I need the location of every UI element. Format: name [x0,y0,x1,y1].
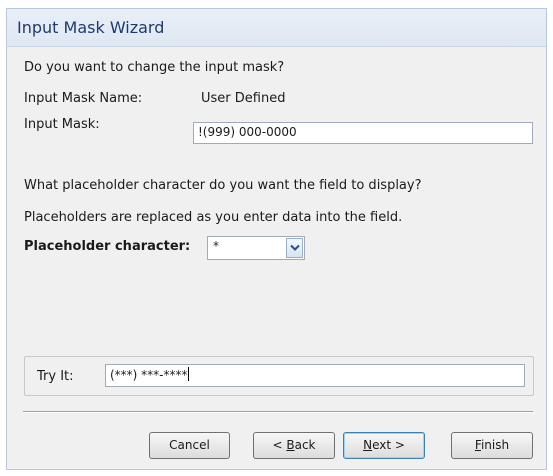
input-mask-wizard-dialog: Input Mask Wizard Do you want to change … [6,8,547,470]
button-divider [23,411,533,413]
back-button-rest: ack [294,438,316,452]
combo-dropdown-button[interactable] [286,238,303,258]
change-mask-question: Do you want to change the input mask? [24,60,285,75]
input-mask-name-label: Input Mask Name: [24,91,143,106]
placeholder-question: What placeholder character do you want t… [24,178,422,193]
try-it-group: Try It: (***) ***-**** [24,356,534,396]
finish-button[interactable]: Finish [451,432,533,459]
text-caret [187,367,189,381]
input-mask-label: Input Mask: [24,117,100,132]
input-mask-field[interactable]: !(999) 000-0000 [193,122,533,144]
try-it-label: Try It: [37,369,74,384]
input-mask-name-value: User Defined [201,91,286,106]
placeholder-character-value: * [213,239,219,253]
next-button-rest: ext > [372,438,405,452]
placeholder-character-select[interactable]: * [207,236,305,260]
next-button[interactable]: Next > [343,432,425,459]
back-button-mnemonic: B [286,438,295,452]
title-bar: Input Mask Wizard [7,9,546,47]
chevron-down-icon [289,244,300,251]
try-it-value: (***) ***-**** [110,368,188,382]
cancel-button[interactable]: Cancel [149,432,230,459]
placeholder-character-label: Placeholder character: [24,239,191,254]
finish-button-rest: inish [480,438,510,452]
placeholder-note: Placeholders are replaced as you enter d… [24,210,403,225]
back-button[interactable]: < Back [253,432,335,459]
next-button-mnemonic: N [363,438,373,452]
cancel-button-label: Cancel [169,438,210,452]
back-button-prefix: < [272,438,287,452]
try-it-field[interactable]: (***) ***-**** [105,364,525,387]
window-title: Input Mask Wizard [17,18,165,37]
